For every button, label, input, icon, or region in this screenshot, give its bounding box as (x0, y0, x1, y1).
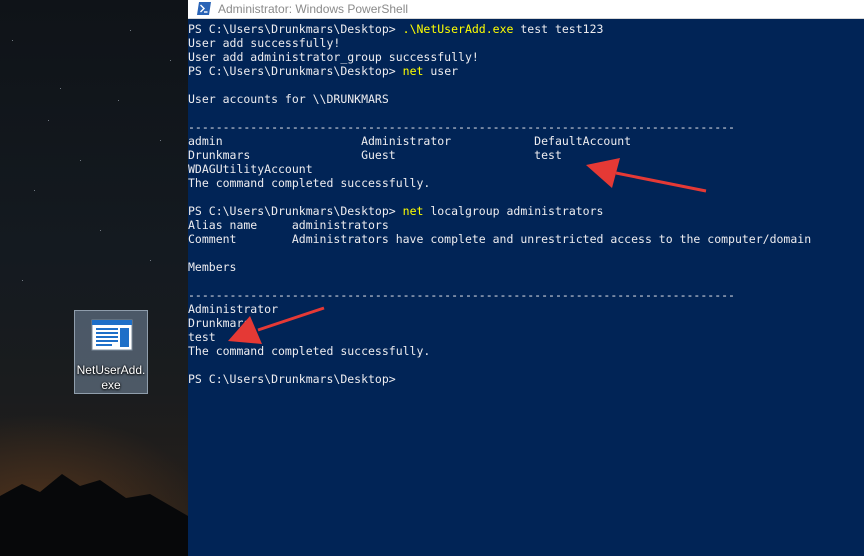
console-prompt-line: PS C:\Users\Drunkmars\Desktop> net user (188, 64, 864, 78)
desktop-icon-label: NetUserAdd.exe (76, 363, 146, 392)
prompt-text: PS C:\Users\Drunkmars\Desktop> (188, 64, 403, 78)
prompt-text: PS C:\Users\Drunkmars\Desktop> (188, 372, 396, 386)
console-output-line: admin Administrator DefaultAccount (188, 134, 632, 148)
star (130, 30, 131, 31)
powershell-icon (197, 2, 211, 15)
console-output-line: Alias name administrators (188, 218, 389, 232)
desktop-background: NetUserAdd.exe (0, 0, 188, 556)
star (170, 60, 171, 61)
command-args: test test123 (513, 22, 604, 36)
command-text: net (402, 204, 424, 218)
powershell-window[interactable]: Administrator: Windows PowerShell PS C:\… (188, 0, 864, 556)
console-output-line: The command completed successfully. (188, 344, 431, 358)
console-output[interactable]: PS C:\Users\Drunkmars\Desktop> .\NetUser… (188, 22, 864, 556)
console-prompt-line: PS C:\Users\Drunkmars\Desktop> (188, 372, 864, 386)
star (100, 230, 101, 231)
star (160, 140, 161, 141)
star (34, 190, 35, 191)
star (12, 40, 13, 41)
console-prompt-line: PS C:\Users\Drunkmars\Desktop> .\NetUser… (188, 22, 864, 36)
star (48, 120, 49, 121)
star (22, 280, 23, 281)
console-output-line: User add administrator_group successfull… (188, 50, 479, 64)
console-output-line: ----------------------------------------… (188, 288, 735, 302)
console-output-line: WDAGUtilityAccount (188, 162, 313, 176)
star (80, 160, 81, 161)
console-output-line: Drunkmars Guest test (188, 148, 562, 162)
command-text: net (402, 64, 424, 78)
command-args: user (423, 64, 459, 78)
star (118, 100, 119, 101)
star (150, 260, 151, 261)
window-title: Administrator: Windows PowerShell (218, 2, 409, 16)
console-output-line: User accounts for \\DRUNKMARS (188, 92, 389, 106)
console-output-line: Members (188, 260, 237, 274)
console-output-line: Comment Administrators have complete and… (188, 232, 812, 246)
star (60, 88, 61, 89)
console-output-line: test (188, 330, 216, 344)
command-text: .\NetUserAdd.exe (402, 22, 514, 36)
file-icon (91, 319, 133, 351)
prompt-text: PS C:\Users\Drunkmars\Desktop> (188, 204, 403, 218)
console-prompt-line: PS C:\Users\Drunkmars\Desktop> net local… (188, 204, 864, 218)
console-output-line: User add successfully! (188, 36, 341, 50)
console-output-line: Drunkmars (188, 316, 251, 330)
window-titlebar[interactable]: Administrator: Windows PowerShell (188, 0, 864, 19)
desktop-icon-netuseradd[interactable]: NetUserAdd.exe (74, 310, 148, 394)
console-output-line: The command completed successfully. (188, 176, 431, 190)
mountain-silhouette (0, 474, 188, 556)
console-output-line: Administrator (188, 302, 279, 316)
command-args: localgroup administrators (423, 204, 604, 218)
prompt-text: PS C:\Users\Drunkmars\Desktop> (188, 22, 403, 36)
console-output-line: ----------------------------------------… (188, 120, 735, 134)
